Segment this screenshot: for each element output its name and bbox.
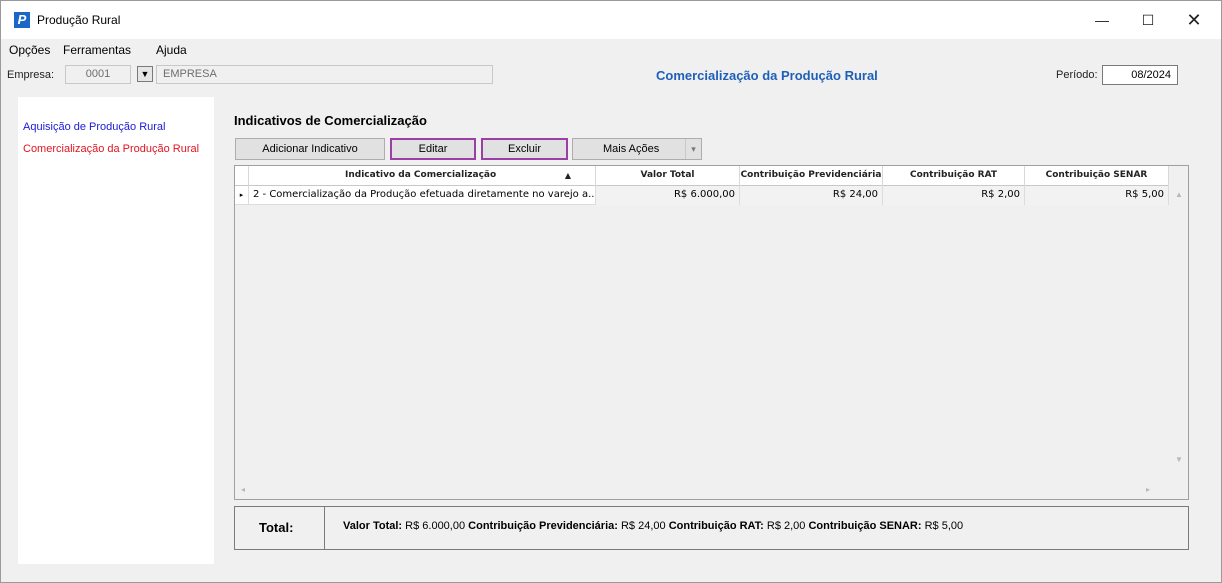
sidebar-item-comercializacao[interactable]: Comercialização da Produção Rural [23, 143, 199, 155]
scroll-up-icon[interactable]: ▲ [1175, 190, 1183, 199]
company-code-field[interactable]: 0001 [65, 65, 131, 84]
column-header-indicativo[interactable]: Indicativo da Comercialização ▲ [249, 166, 596, 186]
title-bar: P Produção Rural — ☐ ✕ [1, 1, 1221, 39]
table-row[interactable]: ▸ 2 - Comercialização da Produção efetua… [235, 186, 1169, 205]
column-header-contrib-senar[interactable]: Contribuição SENAR [1025, 166, 1169, 186]
company-bar: Empresa: 0001 ▼ EMPRESA Comercialização … [1, 61, 1221, 89]
cell-valor-total[interactable]: R$ 6.000,00 [596, 186, 740, 205]
sidebar-item-aquisicao[interactable]: Aquisição de Produção Rural [23, 121, 165, 133]
sort-ascending-icon: ▲ [564, 171, 571, 180]
scroll-right-icon[interactable]: ▸ [1146, 485, 1150, 494]
maximize-button[interactable]: ☐ [1125, 1, 1171, 39]
add-indicator-button[interactable]: Adicionar Indicativo [235, 138, 385, 160]
total-rat-value: R$ 2,00 [766, 520, 806, 532]
menu-bar: Opções Ferramentas Ajuda [1, 39, 1221, 61]
menu-opcoes[interactable]: Opções [9, 43, 50, 57]
horizontal-scrollbar[interactable]: ◂ ▸ [235, 482, 1170, 499]
scroll-down-icon[interactable]: ▼ [1175, 455, 1183, 464]
close-button[interactable]: ✕ [1171, 1, 1217, 39]
column-header-indicativo-label: Indicativo da Comercialização [345, 170, 497, 180]
column-header-contrib-rat[interactable]: Contribuição RAT [883, 166, 1025, 186]
cell-contrib-senar[interactable]: R$ 5,00 [1025, 186, 1169, 205]
grid-header-corner [235, 166, 249, 186]
more-actions-label: Mais Ações [603, 143, 660, 155]
total-valor-value: R$ 6.000,00 [405, 520, 466, 532]
totals-summary: Valor Total: R$ 6.000,00 Contribuição Pr… [343, 520, 963, 532]
scroll-left-icon[interactable]: ◂ [241, 485, 245, 494]
indicators-grid: Indicativo da Comercialização ▲ Valor To… [234, 165, 1189, 500]
company-name-field: EMPRESA [156, 65, 493, 84]
section-title: Indicativos de Comercialização [234, 113, 427, 128]
period-label: Período: [1056, 69, 1098, 81]
totals-label: Total: [235, 507, 325, 549]
total-senar-label: Contribuição SENAR: [808, 520, 922, 532]
menu-ferramentas[interactable]: Ferramentas [63, 43, 131, 57]
minimize-button[interactable]: — [1079, 1, 1125, 39]
total-prev-value: R$ 24,00 [620, 520, 666, 532]
cell-contrib-rat[interactable]: R$ 2,00 [883, 186, 1025, 205]
edit-button[interactable]: Editar [390, 138, 476, 160]
company-label: Empresa: [7, 69, 55, 81]
total-valor-label: Valor Total: [343, 520, 403, 532]
column-header-contrib-prev[interactable]: Contribuição Previdenciária [740, 166, 883, 186]
period-field[interactable]: 08/2024 [1102, 65, 1178, 85]
total-senar-value: R$ 5,00 [924, 520, 964, 532]
grid-header: Indicativo da Comercialização ▲ Valor To… [235, 166, 1169, 186]
sidebar: Aquisição de Produção Rural Comercializa… [18, 97, 214, 564]
menu-ajuda[interactable]: Ajuda [156, 43, 187, 57]
column-header-valor-total[interactable]: Valor Total [596, 166, 740, 186]
totals-panel: Total: Valor Total: R$ 6.000,00 Contribu… [234, 506, 1189, 550]
window-title: Produção Rural [37, 13, 121, 27]
chevron-down-icon[interactable]: ▾ [685, 139, 701, 159]
page-header: Comercialização da Produção Rural [656, 68, 878, 83]
vertical-scrollbar[interactable]: ▲ ▼ [1169, 186, 1188, 484]
row-selector-icon[interactable]: ▸ [235, 186, 249, 205]
cell-contrib-prev[interactable]: R$ 24,00 [740, 186, 883, 205]
app-logo-icon: P [14, 12, 30, 28]
more-actions-button[interactable]: Mais Ações ▾ [572, 138, 702, 160]
total-prev-label: Contribuição Previdenciária: [468, 520, 618, 532]
total-rat-label: Contribuição RAT: [668, 520, 764, 532]
delete-button[interactable]: Excluir [481, 138, 568, 160]
app-window: P Produção Rural — ☐ ✕ Opções Ferramenta… [0, 0, 1222, 583]
company-dropdown-button[interactable]: ▼ [137, 66, 153, 82]
cell-indicativo[interactable]: 2 - Comercialização da Produção efetuada… [249, 186, 596, 205]
